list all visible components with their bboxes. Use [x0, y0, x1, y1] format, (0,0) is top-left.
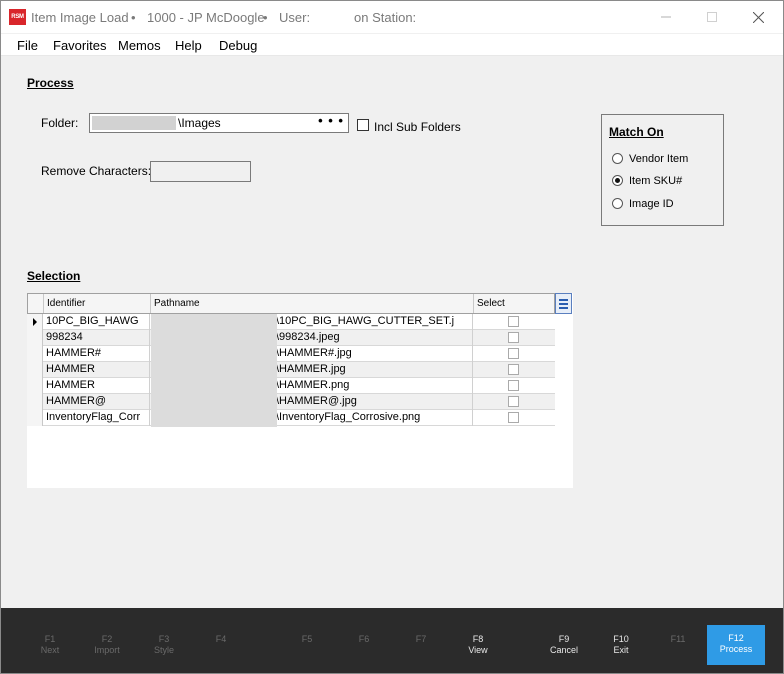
folder-label: Folder:: [41, 116, 79, 130]
table-row[interactable]: HAMMER \HAMMER.png: [27, 378, 555, 394]
menu-debug[interactable]: Debug: [219, 38, 257, 53]
pathname-cell: \HAMMER#.jpg: [274, 346, 473, 362]
title-separator: •: [131, 10, 136, 25]
folder-input[interactable]: \Images • • •: [89, 113, 349, 133]
close-button[interactable]: [735, 1, 781, 33]
incl-sub-folders-label: Incl Sub Folders: [374, 120, 461, 134]
process-section-title: Process: [27, 76, 74, 90]
identifier-cell: 10PC_BIG_HAWG: [43, 314, 150, 330]
menu-bar: File Favorites Memos Help Debug: [1, 34, 783, 56]
close-icon: [752, 11, 764, 23]
selection-section-title: Selection: [27, 269, 81, 283]
select-checkbox[interactable]: [508, 348, 519, 359]
pathname-cell: \HAMMER.png: [274, 378, 473, 394]
app-window: RSM Item Image Load • 1000 - JP McDoogle…: [0, 0, 784, 674]
folder-browse-button[interactable]: • • •: [318, 113, 344, 128]
remove-characters-input[interactable]: [150, 161, 251, 182]
f4-button[interactable]: F4: [192, 626, 250, 666]
match-on-group: Match On Vendor Item Item SKU# Image ID: [601, 114, 724, 226]
column-pathname[interactable]: Pathname: [151, 294, 474, 313]
f12-process-button[interactable]: F12 Process: [707, 625, 765, 665]
pathname-cell: \HAMMER.jpg: [274, 362, 473, 378]
app-logo-icon: RSM: [9, 9, 26, 25]
item-sku-radio[interactable]: [612, 175, 623, 186]
vendor-item-radio[interactable]: [612, 153, 623, 164]
title-separator: •: [263, 10, 268, 25]
match-on-title: Match On: [609, 125, 664, 139]
row-header: [27, 394, 43, 410]
f9-cancel-button[interactable]: F9 Cancel: [535, 626, 593, 666]
f6-button[interactable]: F6: [335, 626, 393, 666]
identifier-cell: InventoryFlag_Corr: [43, 410, 150, 426]
vendor-item-label: Vendor Item: [629, 153, 689, 165]
menu-help[interactable]: Help: [175, 38, 202, 53]
f10-exit-button[interactable]: F10 Exit: [592, 626, 650, 666]
pathname-cell: \10PC_BIG_HAWG_CUTTER_SET.j: [274, 314, 473, 330]
table-row[interactable]: 10PC_BIG_HAWG \10PC_BIG_HAWG_CUTTER_SET.…: [27, 314, 555, 330]
image-id-radio[interactable]: [612, 198, 623, 209]
row-header: [27, 314, 43, 330]
minimize-icon: [661, 16, 671, 18]
menu-file[interactable]: File: [17, 38, 38, 53]
folder-path-redacted: [92, 116, 176, 130]
row-header: [27, 378, 43, 394]
menu-favorites[interactable]: Favorites: [53, 38, 106, 53]
table-row[interactable]: HAMMER# \HAMMER#.jpg: [27, 346, 555, 362]
title-bar: RSM Item Image Load • 1000 - JP McDoogle…: [1, 1, 783, 33]
table-row[interactable]: HAMMER \HAMMER.jpg: [27, 362, 555, 378]
f3-style-button[interactable]: F3 Style: [135, 626, 193, 666]
current-row-arrow-icon: [33, 318, 37, 326]
menu-memos[interactable]: Memos: [118, 38, 161, 53]
pathname-redacted: [151, 314, 277, 427]
minimize-button[interactable]: [643, 1, 689, 33]
column-identifier[interactable]: Identifier: [44, 294, 151, 313]
company-name: 1000 - JP McDoogle: [147, 10, 265, 25]
maximize-icon: [707, 12, 717, 22]
table-row[interactable]: InventoryFlag_Corr \InventoryFlag_Corros…: [27, 410, 555, 426]
identifier-cell: HAMMER#: [43, 346, 150, 362]
column-select[interactable]: Select: [474, 294, 554, 313]
selection-grid: Identifier Pathname Select 10PC_BIG_HAWG…: [27, 293, 573, 488]
maximize-button[interactable]: [689, 1, 735, 33]
menu-lines-icon: [559, 298, 568, 301]
select-checkbox[interactable]: [508, 412, 519, 423]
f5-button[interactable]: F5: [278, 626, 336, 666]
grid-options-button[interactable]: [555, 293, 572, 314]
table-row[interactable]: 998234 \998234.jpeg: [27, 330, 555, 346]
pathname-cell: \998234.jpeg: [274, 330, 473, 346]
pathname-cell: \InventoryFlag_Corrosive.png: [274, 410, 473, 426]
f7-button[interactable]: F7: [392, 626, 450, 666]
row-header: [27, 346, 43, 362]
select-checkbox[interactable]: [508, 380, 519, 391]
identifier-cell: 998234: [43, 330, 150, 346]
f2-import-button[interactable]: F2 Import: [78, 626, 136, 666]
image-id-label: Image ID: [629, 198, 674, 210]
window-title: Item Image Load: [31, 10, 129, 25]
row-header: [27, 330, 43, 346]
function-key-bar: F1 Next F2 Import F3 Style F4 F5 F6 F7 F8 Vi…: [1, 608, 783, 673]
identifier-cell: HAMMER: [43, 362, 150, 378]
folder-value: \Images: [178, 116, 221, 130]
incl-sub-folders-checkbox[interactable]: [357, 119, 369, 131]
item-sku-label: Item SKU#: [629, 175, 683, 187]
table-row[interactable]: HAMMER@ \HAMMER@.jpg: [27, 394, 555, 410]
select-checkbox[interactable]: [508, 364, 519, 375]
user-label: User:: [279, 10, 311, 25]
identifier-cell: HAMMER@: [43, 394, 150, 410]
f11-button[interactable]: F11: [649, 626, 707, 666]
remove-characters-label: Remove Characters:: [41, 164, 152, 178]
f1-next-button[interactable]: F1 Next: [21, 626, 79, 666]
grid-header: Identifier Pathname Select: [27, 293, 555, 314]
select-checkbox[interactable]: [508, 332, 519, 343]
station-label: on Station:: [354, 10, 417, 25]
select-checkbox[interactable]: [508, 316, 519, 327]
row-header-corner: [28, 294, 44, 313]
row-header: [27, 362, 43, 378]
select-checkbox[interactable]: [508, 396, 519, 407]
pathname-cell: \HAMMER@.jpg: [274, 394, 473, 410]
identifier-cell: HAMMER: [43, 378, 150, 394]
f8-view-button[interactable]: F8 View: [449, 626, 507, 666]
row-header: [27, 410, 43, 426]
